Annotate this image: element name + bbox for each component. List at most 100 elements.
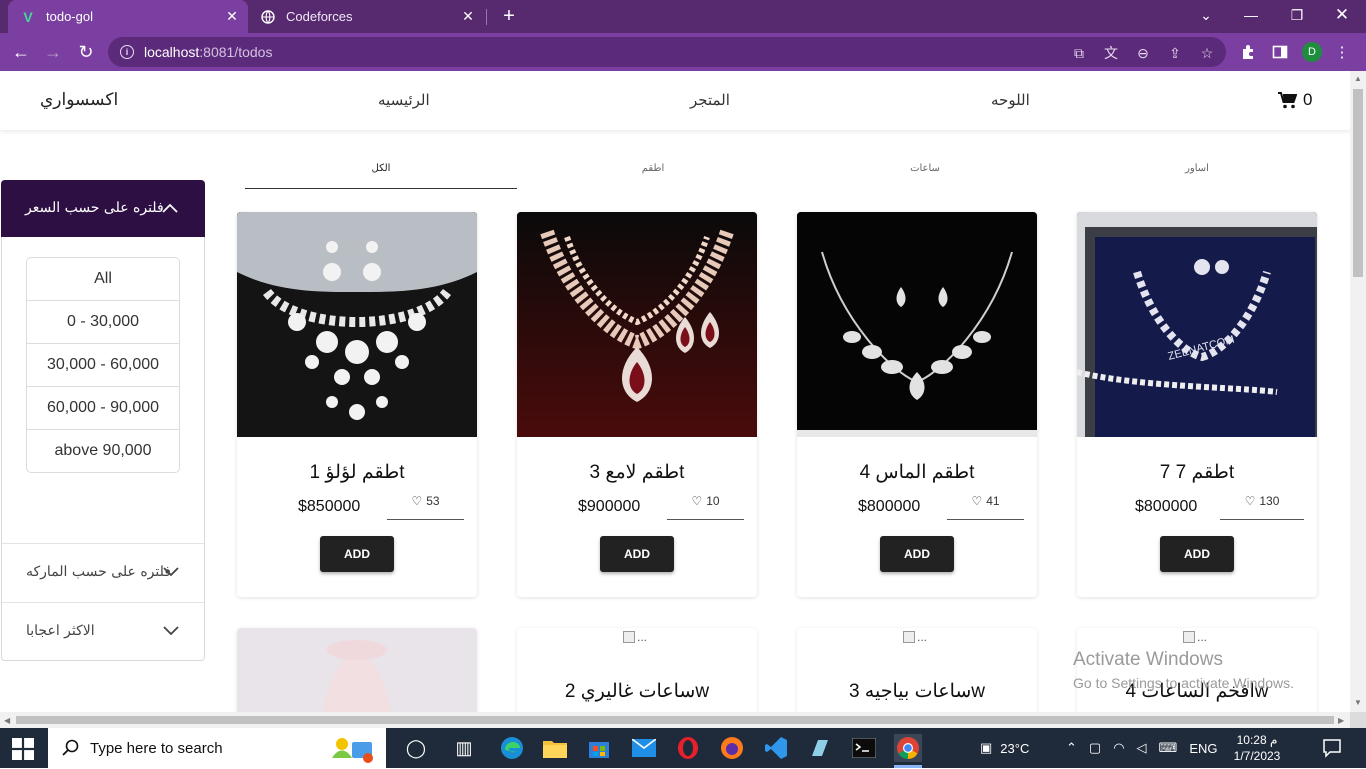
close-tab-icon[interactable]: ✕ [222, 7, 242, 27]
product-card: ... افخم الساعات 4w [1077, 628, 1317, 712]
product-image[interactable] [237, 628, 477, 712]
reload-icon[interactable]: ↻ [75, 41, 97, 63]
bookmark-star-icon[interactable]: ☆ [1198, 44, 1216, 62]
tab-sets[interactable]: اطقم [517, 155, 789, 189]
product-image[interactable] [797, 212, 1037, 437]
like-counter[interactable]: ♡ 130 [1220, 494, 1304, 520]
scrollbar-thumb[interactable] [1353, 89, 1363, 277]
like-counter[interactable]: ♡ 10 [667, 494, 744, 520]
mail-icon[interactable] [630, 734, 658, 762]
edge-icon[interactable] [498, 734, 526, 762]
keyboard-icon[interactable]: ⌨ [1159, 740, 1178, 756]
price-option-0-30000[interactable]: 0 - 30,000 [27, 301, 179, 344]
chevron-up-icon [162, 203, 178, 213]
taskbar-search-box[interactable]: Type here to search [48, 728, 386, 768]
cart-button[interactable]: 0 [1278, 90, 1312, 110]
chevron-up-icon[interactable]: ⌃ [1066, 740, 1077, 756]
filter-sidebar: فلتره على حسب السعر All 0 - 30,000 30,00… [1, 180, 205, 661]
firefox-icon[interactable] [718, 734, 746, 762]
tab-codeforces[interactable]: Codeforces ✕ [252, 0, 484, 33]
product-card: طقم الماس 4t $800000 ♡ 41 ADD [797, 212, 1037, 597]
like-counter[interactable]: ♡ 41 [947, 494, 1024, 520]
tab-watches[interactable]: ساعات [789, 155, 1061, 189]
restore-icon[interactable]: ❐ [1275, 0, 1319, 30]
like-counter[interactable]: ♡ 53 [387, 494, 464, 520]
vertical-scrollbar[interactable]: ▲ ▼ [1350, 71, 1366, 712]
wifi-icon[interactable]: ◠ [1113, 740, 1124, 756]
language-indicator[interactable]: ENG [1189, 741, 1217, 756]
store-icon[interactable] [585, 734, 613, 762]
tab-todo-gol[interactable]: V todo-gol ✕ [8, 0, 248, 33]
new-tab-icon[interactable]: + [498, 5, 520, 27]
chrome-icon[interactable] [894, 734, 922, 762]
clock[interactable]: 10:28 م 1/7/2023 [1226, 732, 1288, 764]
profile-avatar[interactable]: D [1302, 42, 1322, 62]
add-to-cart-button[interactable]: ADD [320, 536, 394, 572]
close-tab-icon[interactable]: ✕ [458, 7, 478, 27]
opera-icon[interactable] [674, 734, 702, 762]
app-icon[interactable] [806, 734, 834, 762]
forward-icon[interactable]: → [42, 41, 64, 63]
minimize-icon[interactable]: — [1229, 0, 1273, 30]
file-explorer-icon[interactable] [541, 734, 569, 762]
tab-all[interactable]: الكل [245, 155, 517, 189]
product-image[interactable] [237, 212, 477, 437]
add-to-cart-button[interactable]: ADD [600, 536, 674, 572]
terminal-icon[interactable] [850, 734, 878, 762]
brand-logo[interactable]: اكسسواري [40, 90, 118, 110]
price-option-30000-60000[interactable]: 30,000 - 60,000 [27, 344, 179, 387]
product-name: ساعات غاليري 2w [564, 681, 710, 702]
horizontal-scrollbar[interactable]: ◀ ▶ [0, 712, 1350, 728]
add-to-cart-button[interactable]: ADD [880, 536, 954, 572]
back-icon[interactable]: ← [10, 41, 32, 63]
price-option-60000-90000[interactable]: 60,000 - 90,000 [27, 387, 179, 430]
close-window-icon[interactable]: ✕ [1320, 0, 1364, 30]
vscode-icon[interactable] [762, 734, 790, 762]
menu-kebab-icon[interactable]: ⋮ [1332, 42, 1352, 62]
like-count: 41 [986, 494, 1000, 508]
product-image[interactable]: ZEENATCOM [1077, 212, 1317, 437]
price-filter-header[interactable]: فلتره على حسب السعر [1, 180, 205, 237]
site-info-icon[interactable]: i [120, 45, 134, 59]
product-image[interactable] [517, 212, 757, 437]
task-view-icon[interactable]: ◯ [402, 734, 430, 762]
windows-start-icon[interactable] [12, 738, 34, 760]
zoom-icon[interactable]: ⊖ [1134, 44, 1152, 62]
nav-dashboard[interactable]: اللوحه [991, 91, 1030, 109]
add-to-cart-button[interactable]: ADD [1160, 536, 1234, 572]
open-external-icon[interactable]: ⧉ [1070, 44, 1088, 62]
tab-search-icon[interactable]: ⌄ [1184, 0, 1228, 30]
popular-filter-header[interactable]: الاكثر اعجابا [2, 602, 204, 661]
popular-filter-title: الاكثر اعجابا [26, 623, 95, 639]
side-panel-icon[interactable] [1270, 42, 1290, 62]
tab-bracelets[interactable]: اساور [1061, 155, 1333, 189]
time: 10:28 م [1236, 733, 1278, 747]
temperature: 23°C [1000, 740, 1030, 756]
widgets-icon[interactable]: ▥ [450, 734, 478, 762]
notification-icon[interactable] [1322, 738, 1342, 758]
nav-home[interactable]: الرئيسيه [378, 91, 430, 109]
chevron-down-icon [163, 567, 179, 577]
meet-icon[interactable]: ▢ [1089, 740, 1101, 756]
price-option-above-90000[interactable]: above 90,000 [27, 430, 179, 472]
scrollbar-thumb[interactable] [16, 716, 1334, 724]
search-placeholder: Type here to search [90, 739, 223, 757]
address-bar[interactable]: i localhost:8081/todos ⧉ 文 ⊖ ⇪ ☆ [108, 37, 1226, 67]
scrollbar-corner [1350, 712, 1366, 728]
weather-widget-icon[interactable] [328, 734, 376, 769]
nav-store[interactable]: المتجر [690, 91, 730, 109]
extensions-icon[interactable] [1238, 42, 1258, 62]
like-count: 53 [426, 494, 440, 508]
volume-icon[interactable]: ◁ [1137, 740, 1147, 756]
price-filter-title: فلتره على حسب السعر [25, 200, 164, 216]
translate-icon[interactable]: 文 [1102, 44, 1120, 62]
share-icon[interactable]: ⇪ [1166, 44, 1184, 62]
price-option-all[interactable]: All [27, 258, 179, 301]
search-icon [62, 739, 79, 756]
browser-toolbar: ← → ↻ i localhost:8081/todos ⧉ 文 ⊖ ⇪ ☆ ⋮ [0, 33, 1366, 71]
weather-tray[interactable]: ▣ 23°C [980, 728, 1029, 768]
brand-filter-header[interactable]: فلتره على حسب الماركه [2, 543, 204, 602]
heart-icon: ♡ [411, 494, 423, 508]
broken-image-icon: ... [903, 630, 927, 644]
chevron-down-icon [163, 626, 179, 636]
